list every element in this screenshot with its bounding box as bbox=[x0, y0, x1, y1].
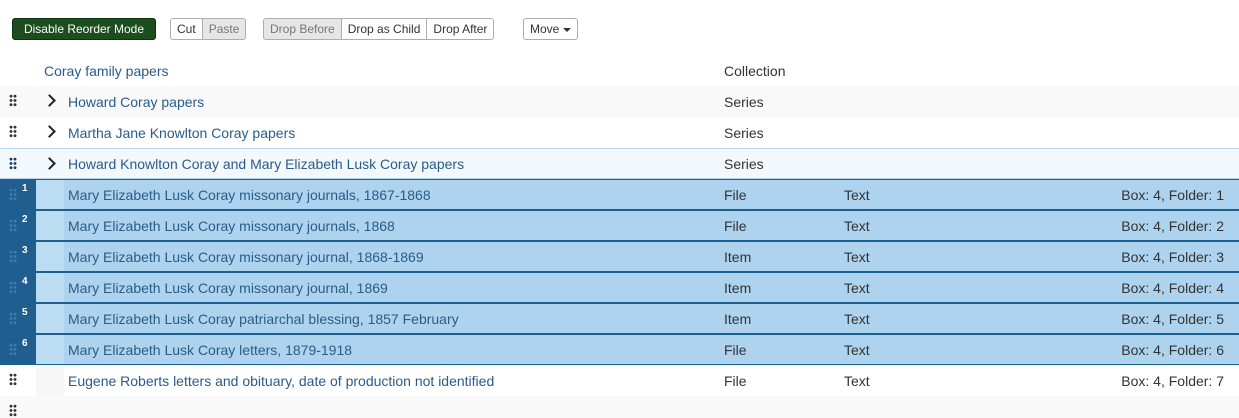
move-label: Move bbox=[530, 22, 560, 36]
tree-row-title[interactable]: Mary Elizabeth Lusk Coray missonary jour… bbox=[68, 249, 424, 265]
selection-order-badge: 6 bbox=[22, 338, 28, 349]
grip-icon bbox=[9, 281, 17, 294]
tree-row-level: Series bbox=[724, 93, 764, 110]
tree-row-level: Item bbox=[724, 279, 752, 296]
tree-row-container: Box: 4, Folder: 3 bbox=[1121, 248, 1224, 265]
cut-paste-group: Cut Paste bbox=[170, 18, 247, 40]
tree-row-type: Text bbox=[844, 248, 870, 265]
tree-row-title[interactable]: Howard Knowlton Coray and Mary Elizabeth… bbox=[68, 156, 464, 172]
tree-row-child[interactable]: 6 Mary Elizabeth Lusk Coray letters, 187… bbox=[0, 334, 1239, 365]
tree-row-level: Item bbox=[724, 310, 752, 327]
tree-row-container: Box: 4, Folder: 7 bbox=[1121, 372, 1224, 389]
grip-icon bbox=[9, 373, 17, 386]
indent-cell bbox=[36, 304, 64, 333]
indent-cell bbox=[36, 180, 64, 209]
selection-order-badge: 4 bbox=[22, 276, 28, 287]
selection-order-badge: 1 bbox=[22, 183, 28, 194]
tree-row-level: File bbox=[724, 341, 747, 358]
tree-row-level: File bbox=[724, 186, 747, 203]
tree-row-container: Box: 4, Folder: 6 bbox=[1121, 341, 1224, 358]
tree-row-type: Text bbox=[844, 217, 870, 234]
tree-row-level: File bbox=[724, 372, 747, 389]
caret-down-icon bbox=[563, 27, 572, 32]
drop-group: Drop Before Drop as Child Drop After bbox=[263, 18, 495, 40]
grip-icon bbox=[9, 343, 17, 356]
tree-row-type: Text bbox=[844, 279, 870, 296]
move-dropdown-button[interactable]: Move bbox=[523, 18, 579, 40]
drag-handle[interactable]: 2 bbox=[0, 211, 36, 240]
grip-icon bbox=[9, 94, 17, 107]
tree-row-title[interactable]: Mary Elizabeth Lusk Coray patriarchal bl… bbox=[68, 311, 459, 327]
tree-row-child[interactable]: 4 Mary Elizabeth Lusk Coray missonary jo… bbox=[0, 272, 1239, 303]
drag-handle[interactable] bbox=[0, 117, 36, 148]
chevron-right-icon[interactable] bbox=[43, 94, 56, 107]
tree-row-level: File bbox=[724, 217, 747, 234]
tree-row-title[interactable]: Martha Jane Knowlton Coray papers bbox=[68, 125, 295, 141]
drop-before-button[interactable]: Drop Before bbox=[263, 18, 342, 40]
tree-table: Coray family papers Collection Howard Co… bbox=[0, 55, 1239, 418]
tree-row-child[interactable]: 3 Mary Elizabeth Lusk Coray missonary jo… bbox=[0, 241, 1239, 272]
tree-row-level: Series bbox=[724, 124, 764, 141]
tree-row-title[interactable]: Coray family papers bbox=[44, 63, 169, 79]
drop-as-child-button[interactable]: Drop as Child bbox=[340, 18, 428, 40]
tree-row-child-partial[interactable] bbox=[0, 396, 1239, 418]
chevron-right-icon[interactable] bbox=[43, 125, 56, 138]
tree-row-title[interactable]: Eugene Roberts letters and obituary, dat… bbox=[68, 373, 494, 389]
tree-row-level: Collection bbox=[724, 62, 786, 79]
tree-row-title[interactable]: Mary Elizabeth Lusk Coray missonary jour… bbox=[68, 280, 388, 296]
selection-order-badge: 5 bbox=[22, 307, 28, 318]
tree-row-root[interactable]: Coray family papers Collection bbox=[0, 55, 1239, 86]
drag-handle[interactable] bbox=[0, 149, 36, 178]
tree-row-series[interactable]: Howard Knowlton Coray and Mary Elizabeth… bbox=[0, 148, 1239, 179]
tree-row-type: Text bbox=[844, 372, 870, 389]
drag-handle[interactable]: 4 bbox=[0, 273, 36, 302]
indent-cell bbox=[36, 365, 64, 396]
grip-icon bbox=[9, 157, 17, 170]
chevron-right-icon[interactable] bbox=[43, 157, 56, 170]
grip-icon bbox=[9, 404, 17, 417]
tree-row-child[interactable]: Eugene Roberts letters and obituary, dat… bbox=[0, 365, 1239, 396]
indent-cell bbox=[36, 242, 64, 271]
drag-handle[interactable]: 6 bbox=[0, 335, 36, 364]
tree-row-type: Text bbox=[844, 310, 870, 327]
drag-handle[interactable] bbox=[0, 86, 36, 117]
tree-row-type: Text bbox=[844, 341, 870, 358]
drag-handle[interactable]: 3 bbox=[0, 242, 36, 271]
grip-icon bbox=[9, 188, 17, 201]
grip-icon bbox=[9, 312, 17, 325]
tree-row-title[interactable]: Howard Coray papers bbox=[68, 94, 204, 110]
tree-row-container: Box: 4, Folder: 4 bbox=[1121, 279, 1224, 296]
selection-order-badge: 3 bbox=[22, 245, 28, 256]
drag-handle[interactable]: 1 bbox=[0, 180, 36, 209]
indent-cell bbox=[36, 273, 64, 302]
tree-row-child[interactable]: 2 Mary Elizabeth Lusk Coray missonary jo… bbox=[0, 210, 1239, 241]
tree-row-level: Series bbox=[724, 155, 764, 172]
disable-reorder-mode-button[interactable]: Disable Reorder Mode bbox=[12, 18, 156, 40]
paste-button[interactable]: Paste bbox=[201, 18, 247, 40]
drag-handle[interactable] bbox=[0, 365, 36, 396]
indent-cell bbox=[36, 211, 64, 240]
tree-row-container: Box: 4, Folder: 1 bbox=[1121, 186, 1224, 203]
tree-row-child[interactable]: 1 Mary Elizabeth Lusk Coray missonary jo… bbox=[0, 179, 1239, 210]
tree-row-container: Box: 4, Folder: 5 bbox=[1121, 310, 1224, 327]
tree-row-title[interactable]: Mary Elizabeth Lusk Coray missonary jour… bbox=[68, 218, 395, 234]
tree-row-child[interactable]: 5 Mary Elizabeth Lusk Coray patriarchal … bbox=[0, 303, 1239, 334]
grip-icon bbox=[9, 219, 17, 232]
grip-icon bbox=[9, 125, 17, 138]
tree-row-container: Box: 4, Folder: 2 bbox=[1121, 217, 1224, 234]
tree-row-title[interactable]: Mary Elizabeth Lusk Coray letters, 1879-… bbox=[68, 342, 352, 358]
tree-row-title[interactable]: Mary Elizabeth Lusk Coray missonary jour… bbox=[68, 187, 431, 203]
indent-cell bbox=[36, 335, 64, 364]
tree-row-type: Text bbox=[844, 186, 870, 203]
selection-order-badge: 2 bbox=[22, 214, 28, 225]
cut-button[interactable]: Cut bbox=[170, 18, 203, 40]
tree-row-series[interactable]: Howard Coray papers Series bbox=[0, 86, 1239, 117]
drop-after-button[interactable]: Drop After bbox=[426, 18, 495, 40]
toolbar: Disable Reorder Mode Cut Paste Drop Befo… bbox=[0, 0, 1239, 55]
tree-row-level: Item bbox=[724, 248, 752, 265]
drag-handle[interactable]: 5 bbox=[0, 304, 36, 333]
grip-icon bbox=[9, 250, 17, 263]
drag-handle[interactable] bbox=[0, 396, 36, 418]
tree-row-series[interactable]: Martha Jane Knowlton Coray papers Series bbox=[0, 117, 1239, 148]
